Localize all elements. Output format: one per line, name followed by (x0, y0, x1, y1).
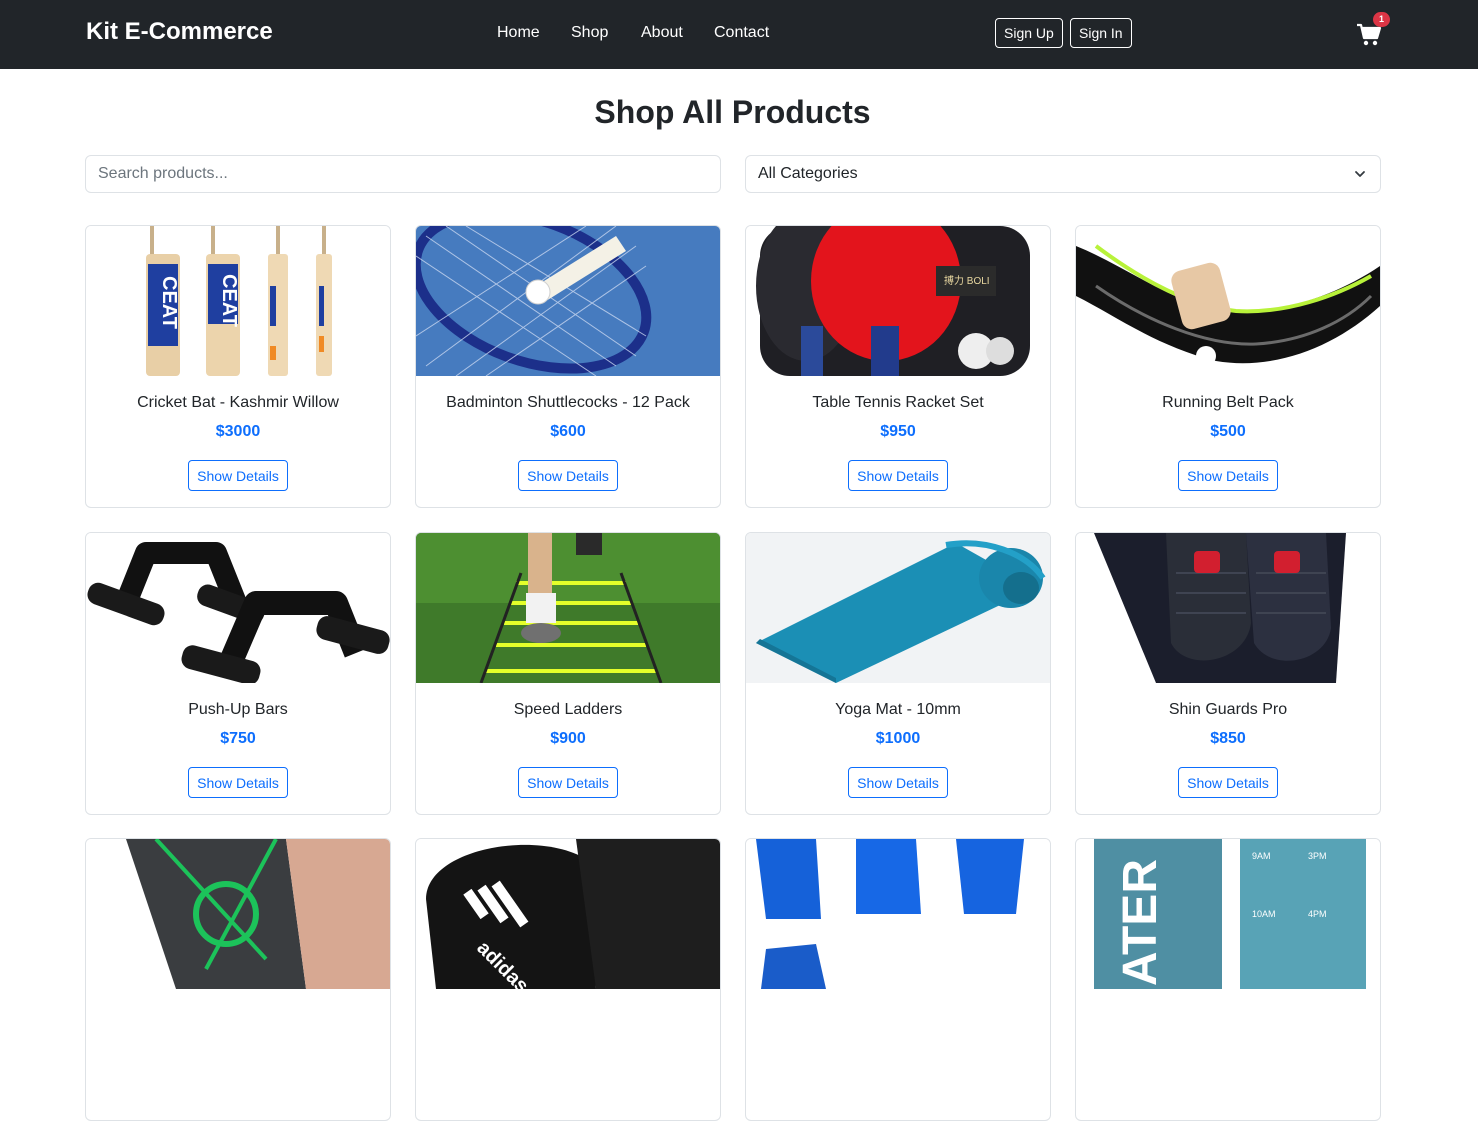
product-name: Running Belt Pack (1162, 394, 1294, 411)
product-image-cricket-bat[interactable]: CEAT CEAT (86, 226, 390, 376)
product-image-boxing-gloves[interactable]: adidas (416, 839, 720, 989)
svg-text:CEAT: CEAT (158, 276, 180, 329)
svg-text:9AM: 9AM (1252, 851, 1271, 861)
product-image-shuttlecocks[interactable] (416, 226, 720, 376)
product-card (85, 838, 391, 1121)
nav-links: Home Shop About Contact (0, 24, 1478, 44)
svg-text:4PM: 4PM (1308, 909, 1327, 919)
product-image-table-tennis[interactable]: 搏力 BOLI (746, 226, 1050, 376)
nav-link-contact[interactable]: Contact (714, 24, 769, 42)
product-name: Cricket Bat - Kashmir Willow (137, 394, 339, 411)
product-image-push-up-bars[interactable] (86, 533, 390, 683)
navbar: Kit E-Commerce Home Shop About Contact S… (0, 0, 1478, 69)
product-price: $900 (550, 730, 586, 747)
product-price: $600 (550, 423, 586, 440)
sign-in-button[interactable]: Sign In (1070, 18, 1132, 48)
product-name: Shin Guards Pro (1168, 701, 1288, 718)
product-name: Yoga Mat - 10mm (835, 701, 961, 718)
search-input[interactable] (85, 155, 721, 193)
product-price: $950 (880, 423, 916, 440)
product-card: Badminton Shuttlecocks - 12 Pack $600 Sh… (415, 225, 721, 508)
nav-link-about[interactable]: About (641, 24, 683, 42)
show-details-button[interactable]: Show Details (518, 460, 618, 491)
product-image-yoga-mat[interactable] (746, 533, 1050, 683)
sign-up-button[interactable]: Sign Up (995, 18, 1063, 48)
show-details-button[interactable]: Show Details (188, 460, 288, 491)
show-details-button[interactable]: Show Details (188, 767, 288, 798)
category-selected-value: All Categories (758, 165, 858, 182)
svg-text:CEAT: CEAT (218, 274, 240, 327)
show-details-button[interactable]: Show Details (848, 460, 948, 491)
show-details-button[interactable]: Show Details (1178, 460, 1278, 491)
product-price: $750 (220, 730, 256, 747)
product-image-water-bottle[interactable]: ATER 9AM 3PM 10AM 4PM (1076, 839, 1380, 989)
product-card: Push-Up Bars $750 Show Details (85, 532, 391, 815)
show-details-button[interactable]: Show Details (848, 767, 948, 798)
product-name: Badminton Shuttlecocks - 12 Pack (446, 394, 690, 411)
product-image-speed-ladders[interactable] (416, 533, 720, 683)
product-card: 搏力 BOLI Table Tennis Racket Set $950 Sho… (745, 225, 1051, 508)
product-name: Table Tennis Racket Set (812, 394, 984, 411)
product-card: Speed Ladders $900 Show Details (415, 532, 721, 815)
product-price: $500 (1210, 423, 1246, 440)
svg-text:搏力 BOLI: 搏力 BOLI (944, 274, 990, 287)
product-name: Speed Ladders (513, 701, 623, 718)
svg-text:10AM: 10AM (1252, 909, 1276, 919)
nav-link-home[interactable]: Home (497, 24, 540, 42)
product-image-jerseys[interactable] (746, 839, 1050, 989)
product-card: ATER 9AM 3PM 10AM 4PM (1075, 838, 1381, 1121)
product-image-running-belt[interactable] (1076, 226, 1380, 376)
product-card: CEAT CEAT Cricket Bat - Kashmir Willow $ (85, 225, 391, 508)
product-price: $1000 (875, 730, 921, 747)
product-card (745, 838, 1051, 1121)
product-card: Shin Guards Pro $850 Show Details (1075, 532, 1381, 815)
product-card: Running Belt Pack $500 Show Details (1075, 225, 1381, 508)
show-details-button[interactable]: Show Details (1178, 767, 1278, 798)
product-name: Push-Up Bars (188, 701, 288, 718)
svg-text:ATER: ATER (1114, 859, 1167, 986)
product-card: adidas (415, 838, 721, 1121)
chevron-down-icon (1355, 171, 1365, 177)
nav-link-shop[interactable]: Shop (571, 24, 608, 42)
category-select[interactable]: All Categories (745, 155, 1381, 193)
product-card: Yoga Mat - 10mm $1000 Show Details (745, 532, 1051, 815)
product-price: $850 (1210, 730, 1246, 747)
show-details-button[interactable]: Show Details (518, 767, 618, 798)
svg-text:3PM: 3PM (1308, 851, 1327, 861)
product-image-shin-guards[interactable] (1076, 533, 1380, 683)
product-image-knee-sleeve[interactable] (86, 839, 390, 989)
product-price: $3000 (215, 423, 261, 440)
cart-count-badge: 1 (1373, 12, 1390, 27)
page-title: Shop All Products (594, 94, 871, 130)
